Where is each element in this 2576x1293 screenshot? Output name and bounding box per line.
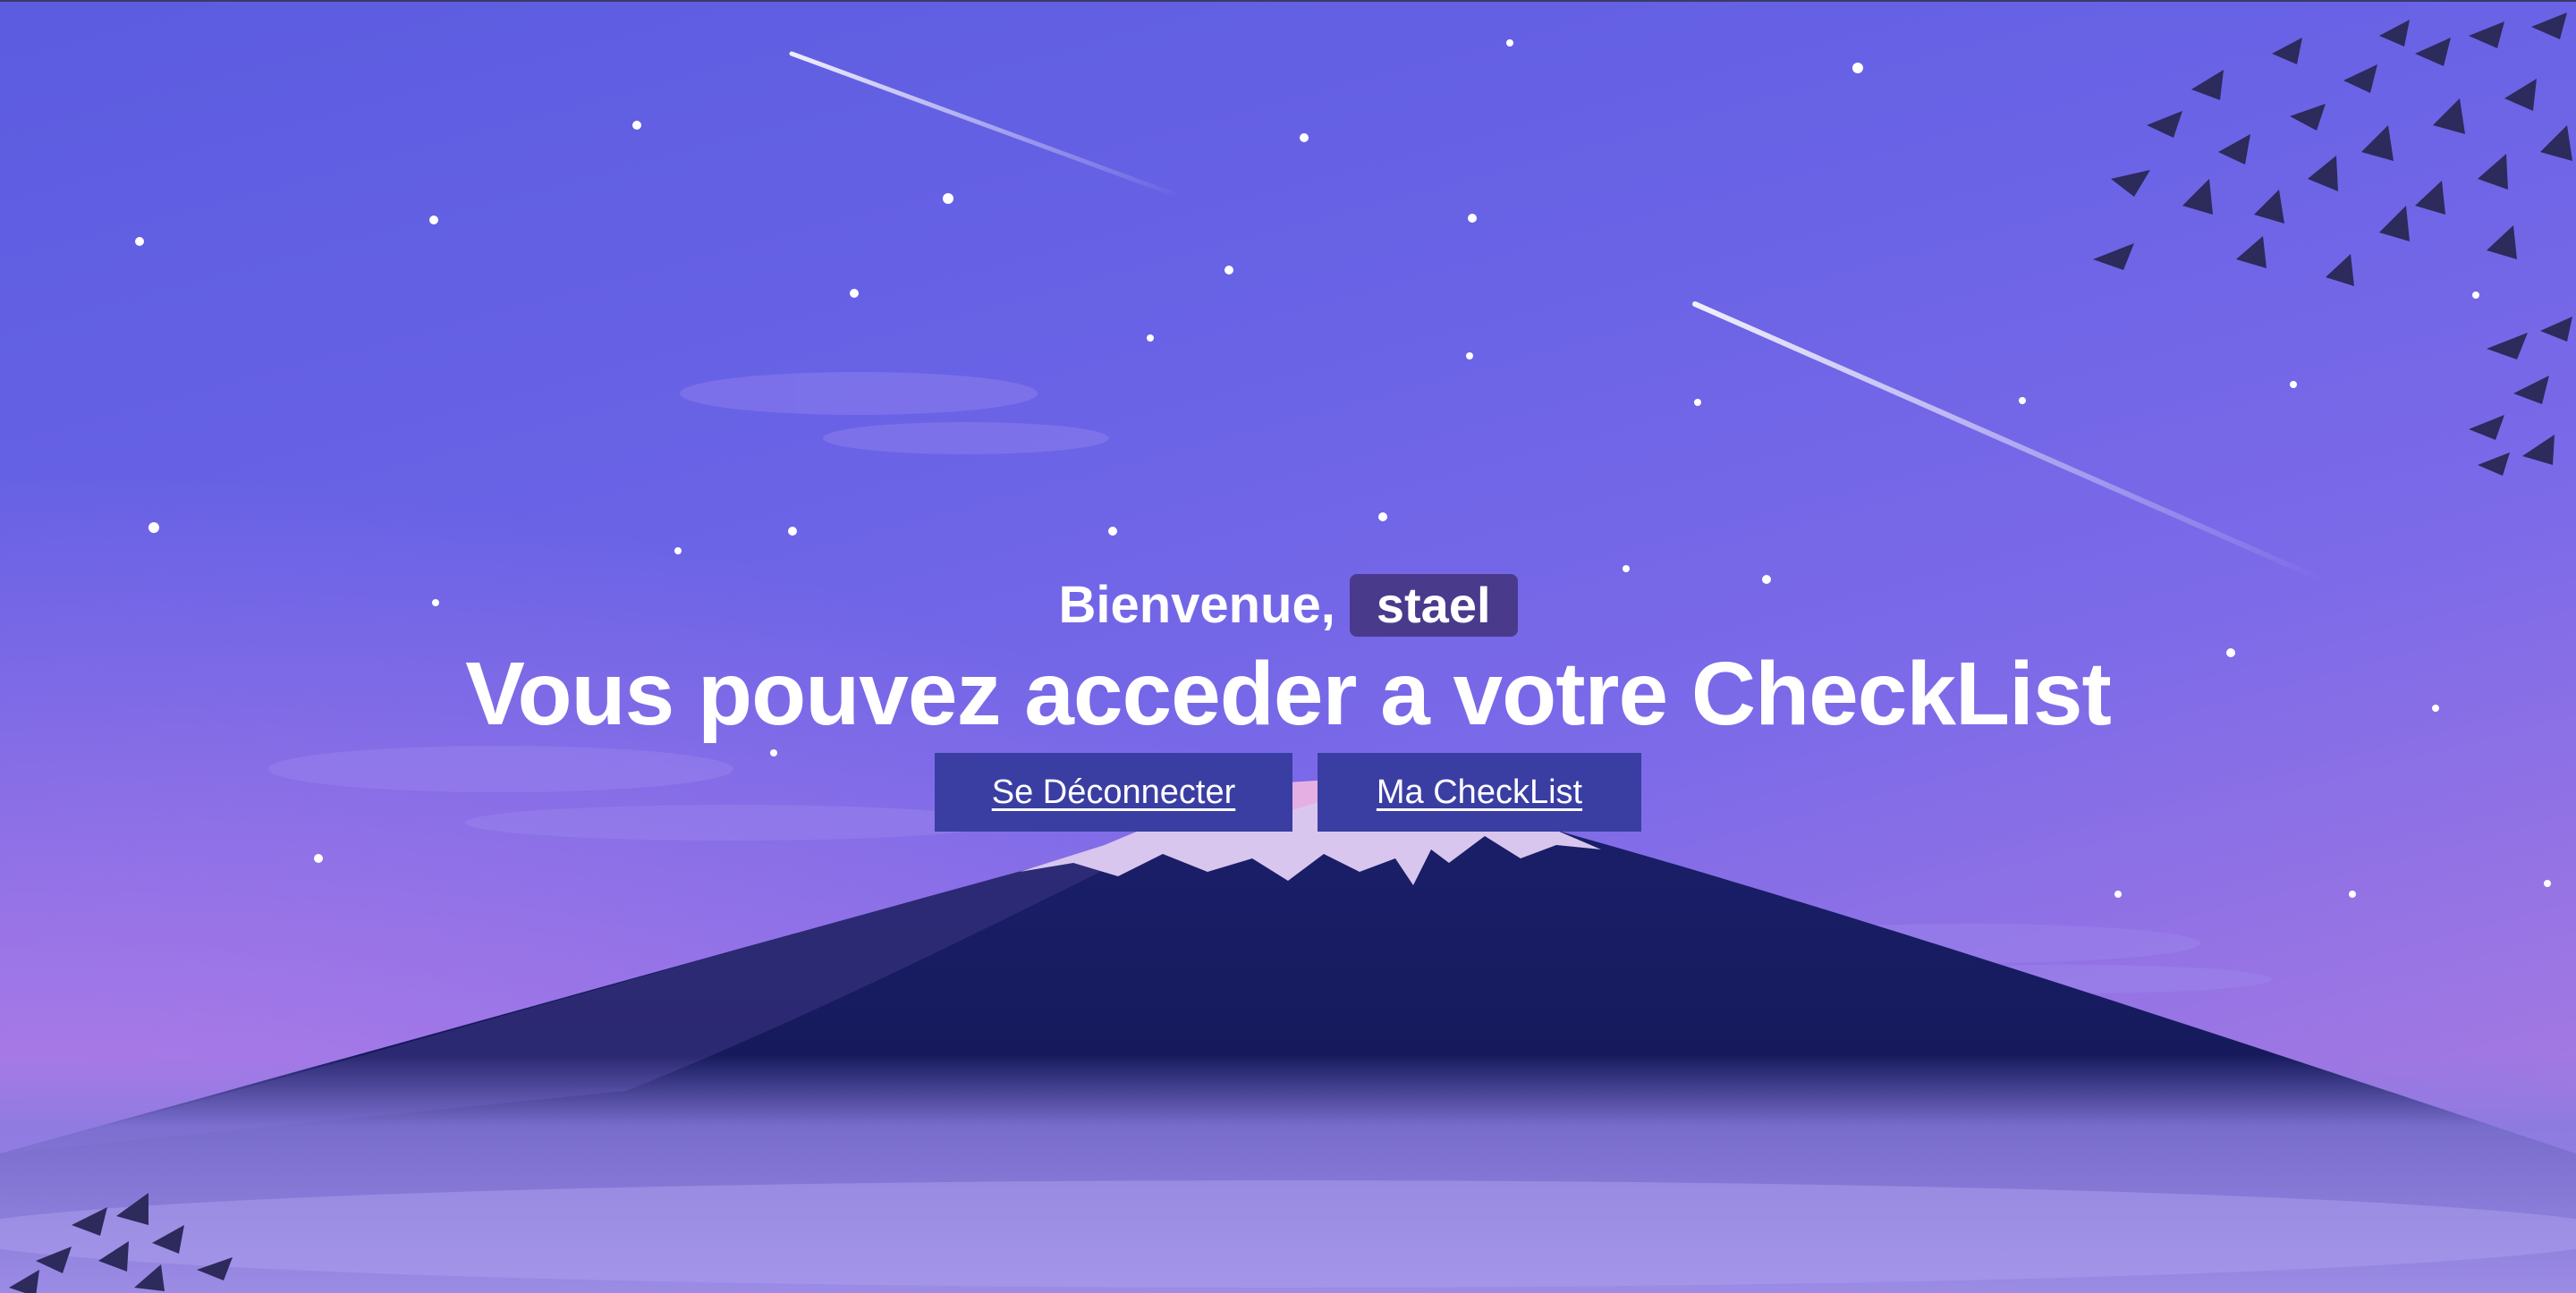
shooting-stars (789, 51, 2328, 584)
checklist-button[interactable]: Ma CheckList (1318, 753, 1641, 832)
welcome-line: Bienvenue, stael (1058, 572, 1518, 638)
welcome-greeting: Bienvenue, (1058, 576, 1335, 634)
leaves-top-right (2093, 13, 2572, 476)
logout-button[interactable]: Se Déconnecter (935, 753, 1292, 832)
landing-page: Bienvenue, stael Vous pouvez acceder a v… (0, 0, 2576, 1293)
hero-section: Bienvenue, stael Vous pouvez acceder a v… (0, 572, 2576, 832)
page-title: Vous pouvez acceder a votre CheckList (465, 644, 2112, 744)
username-badge: stael (1349, 574, 1518, 637)
action-buttons: Se Déconnecter Ma CheckList (0, 753, 2576, 832)
